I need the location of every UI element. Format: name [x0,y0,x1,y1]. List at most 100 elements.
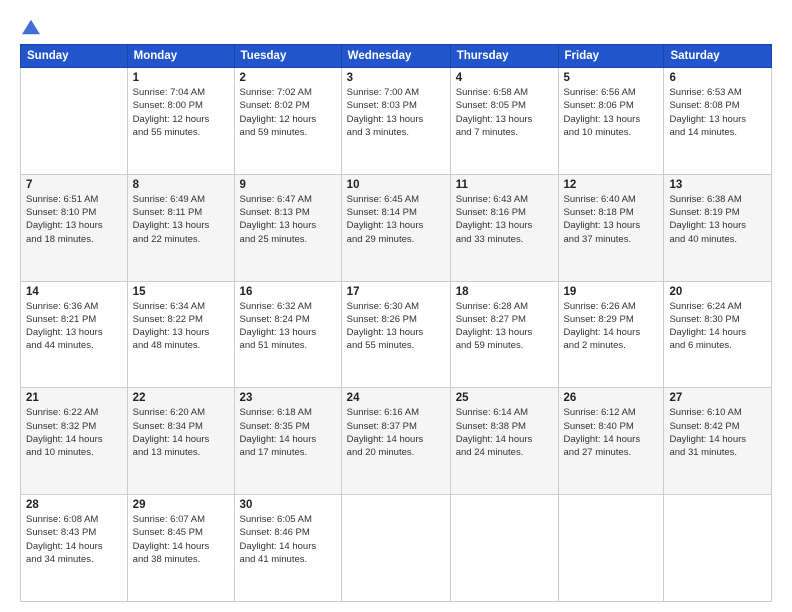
day-cell: 25Sunrise: 6:14 AM Sunset: 8:38 PM Dayli… [450,388,558,495]
week-row-3: 14Sunrise: 6:36 AM Sunset: 8:21 PM Dayli… [21,281,772,388]
day-number: 7 [26,179,122,191]
day-info: Sunrise: 6:51 AM Sunset: 8:10 PM Dayligh… [26,193,122,246]
day-number: 26 [564,392,659,404]
week-row-5: 28Sunrise: 6:08 AM Sunset: 8:43 PM Dayli… [21,495,772,602]
day-info: Sunrise: 6:49 AM Sunset: 8:11 PM Dayligh… [133,193,229,246]
day-number: 10 [347,179,445,191]
day-info: Sunrise: 6:30 AM Sunset: 8:26 PM Dayligh… [347,300,445,353]
header [20,18,772,34]
day-cell: 21 Sunrise: 6:22 AM Sunset: 8:32 PM Dayli… [21,388,128,495]
day-cell: 9 Sunrise: 6:47 AM Sunset: 8:13 PM Daylig… [234,174,341,281]
day-number: 20 [669,286,766,298]
day-number: 2 [240,72,336,84]
day-number: 17 [347,286,445,298]
week-row-4: 21 Sunrise: 6:22 AM Sunset: 8:32 PM Dayli… [21,388,772,495]
day-number: 21 [26,392,122,404]
day-info: Sunrise: 6:43 AM Sunset: 8:16 PM Dayligh… [456,193,553,246]
day-number: 9 [240,179,336,191]
day-info: Sunrise: 6:40 AM Sunset: 8:18 PM Dayligh… [564,193,659,246]
day-info: Sunrise: 6:58 AM Sunset: 8:05 PM Dayligh… [456,86,553,139]
day-info: Sunrise: 6:36 AM Sunset: 8:21 PM Dayligh… [26,300,122,353]
day-cell: 27 Sunrise: 6:10 AM Sunset: 8:42 PM Dayli… [664,388,772,495]
day-cell [450,495,558,602]
day-cell: 14Sunrise: 6:36 AM Sunset: 8:21 PM Dayli… [21,281,128,388]
day-number: 23 [240,392,336,404]
day-info: Sunrise: 7:02 AM Sunset: 8:02 PM Dayligh… [240,86,336,139]
day-info: Sunrise: 6:47 AM Sunset: 8:13 PM Dayligh… [240,193,336,246]
week-row-1: 1 Sunrise: 7:04 AM Sunset: 8:00 PM Daylig… [21,68,772,175]
day-cell: 15 Sunrise: 6:34 AM Sunset: 8:22 PM Dayli… [127,281,234,388]
day-cell: 26Sunrise: 6:12 AM Sunset: 8:40 PM Dayli… [558,388,664,495]
day-number: 4 [456,72,553,84]
day-info: Sunrise: 6:53 AM Sunset: 8:08 PM Dayligh… [669,86,766,139]
day-info: Sunrise: 6:08 AM Sunset: 8:43 PM Dayligh… [26,513,122,566]
day-cell: 29 Sunrise: 6:07 AM Sunset: 8:45 PM Dayli… [127,495,234,602]
day-cell [341,495,450,602]
day-number: 27 [669,392,766,404]
day-number: 25 [456,392,553,404]
day-info: Sunrise: 6:22 AM Sunset: 8:32 PM Dayligh… [26,406,122,459]
day-number: 22 [133,392,229,404]
week-row-2: 7 Sunrise: 6:51 AM Sunset: 8:10 PM Daylig… [21,174,772,281]
weekday-header-tuesday: Tuesday [234,45,341,68]
day-info: Sunrise: 6:16 AM Sunset: 8:37 PM Dayligh… [347,406,445,459]
weekday-header-thursday: Thursday [450,45,558,68]
day-number: 12 [564,179,659,191]
day-number: 18 [456,286,553,298]
day-info: Sunrise: 6:34 AM Sunset: 8:22 PM Dayligh… [133,300,229,353]
weekday-header-monday: Monday [127,45,234,68]
weekday-header-wednesday: Wednesday [341,45,450,68]
day-cell: 2 Sunrise: 7:02 AM Sunset: 8:02 PM Daylig… [234,68,341,175]
day-cell: 11 Sunrise: 6:43 AM Sunset: 8:16 PM Dayli… [450,174,558,281]
logo-icon [22,18,40,36]
logo [20,18,40,34]
day-cell: 30 Sunrise: 6:05 AM Sunset: 8:46 PM Dayli… [234,495,341,602]
day-cell: 4 Sunrise: 6:58 AM Sunset: 8:05 PM Daylig… [450,68,558,175]
day-cell: 10Sunrise: 6:45 AM Sunset: 8:14 PM Dayli… [341,174,450,281]
day-cell: 3Sunrise: 7:00 AM Sunset: 8:03 PM Daylig… [341,68,450,175]
day-cell: 12 Sunrise: 6:40 AM Sunset: 8:18 PM Dayli… [558,174,664,281]
day-info: Sunrise: 6:07 AM Sunset: 8:45 PM Dayligh… [133,513,229,566]
day-cell: 28Sunrise: 6:08 AM Sunset: 8:43 PM Dayli… [21,495,128,602]
weekday-header-saturday: Saturday [664,45,772,68]
day-cell: 5 Sunrise: 6:56 AM Sunset: 8:06 PM Daylig… [558,68,664,175]
day-cell [664,495,772,602]
day-info: Sunrise: 6:20 AM Sunset: 8:34 PM Dayligh… [133,406,229,459]
day-number: 19 [564,286,659,298]
day-cell [21,68,128,175]
day-info: Sunrise: 7:04 AM Sunset: 8:00 PM Dayligh… [133,86,229,139]
day-info: Sunrise: 6:28 AM Sunset: 8:27 PM Dayligh… [456,300,553,353]
day-number: 24 [347,392,445,404]
day-info: Sunrise: 7:00 AM Sunset: 8:03 PM Dayligh… [347,86,445,139]
day-cell: 18 Sunrise: 6:28 AM Sunset: 8:27 PM Dayli… [450,281,558,388]
day-number: 6 [669,72,766,84]
weekday-header-friday: Friday [558,45,664,68]
day-number: 16 [240,286,336,298]
day-info: Sunrise: 6:05 AM Sunset: 8:46 PM Dayligh… [240,513,336,566]
day-info: Sunrise: 6:56 AM Sunset: 8:06 PM Dayligh… [564,86,659,139]
day-cell: 17 Sunrise: 6:30 AM Sunset: 8:26 PM Dayli… [341,281,450,388]
day-info: Sunrise: 6:38 AM Sunset: 8:19 PM Dayligh… [669,193,766,246]
weekday-header-sunday: Sunday [21,45,128,68]
day-cell: 7 Sunrise: 6:51 AM Sunset: 8:10 PM Daylig… [21,174,128,281]
day-number: 8 [133,179,229,191]
day-number: 30 [240,499,336,511]
day-cell: 16 Sunrise: 6:32 AM Sunset: 8:24 PM Dayli… [234,281,341,388]
day-number: 11 [456,179,553,191]
day-info: Sunrise: 6:32 AM Sunset: 8:24 PM Dayligh… [240,300,336,353]
day-number: 15 [133,286,229,298]
calendar-table: SundayMondayTuesdayWednesdayThursdayFrid… [20,44,772,602]
day-info: Sunrise: 6:18 AM Sunset: 8:35 PM Dayligh… [240,406,336,459]
day-info: Sunrise: 6:10 AM Sunset: 8:42 PM Dayligh… [669,406,766,459]
day-cell: 24 Sunrise: 6:16 AM Sunset: 8:37 PM Dayli… [341,388,450,495]
day-cell: 22 Sunrise: 6:20 AM Sunset: 8:34 PM Dayli… [127,388,234,495]
day-number: 1 [133,72,229,84]
day-cell: 1 Sunrise: 7:04 AM Sunset: 8:00 PM Daylig… [127,68,234,175]
day-number: 29 [133,499,229,511]
day-number: 5 [564,72,659,84]
day-cell: 13Sunrise: 6:38 AM Sunset: 8:19 PM Dayli… [664,174,772,281]
calendar-page: SundayMondayTuesdayWednesdayThursdayFrid… [0,0,792,612]
day-cell [558,495,664,602]
day-cell: 19 Sunrise: 6:26 AM Sunset: 8:29 PM Dayli… [558,281,664,388]
day-info: Sunrise: 6:26 AM Sunset: 8:29 PM Dayligh… [564,300,659,353]
